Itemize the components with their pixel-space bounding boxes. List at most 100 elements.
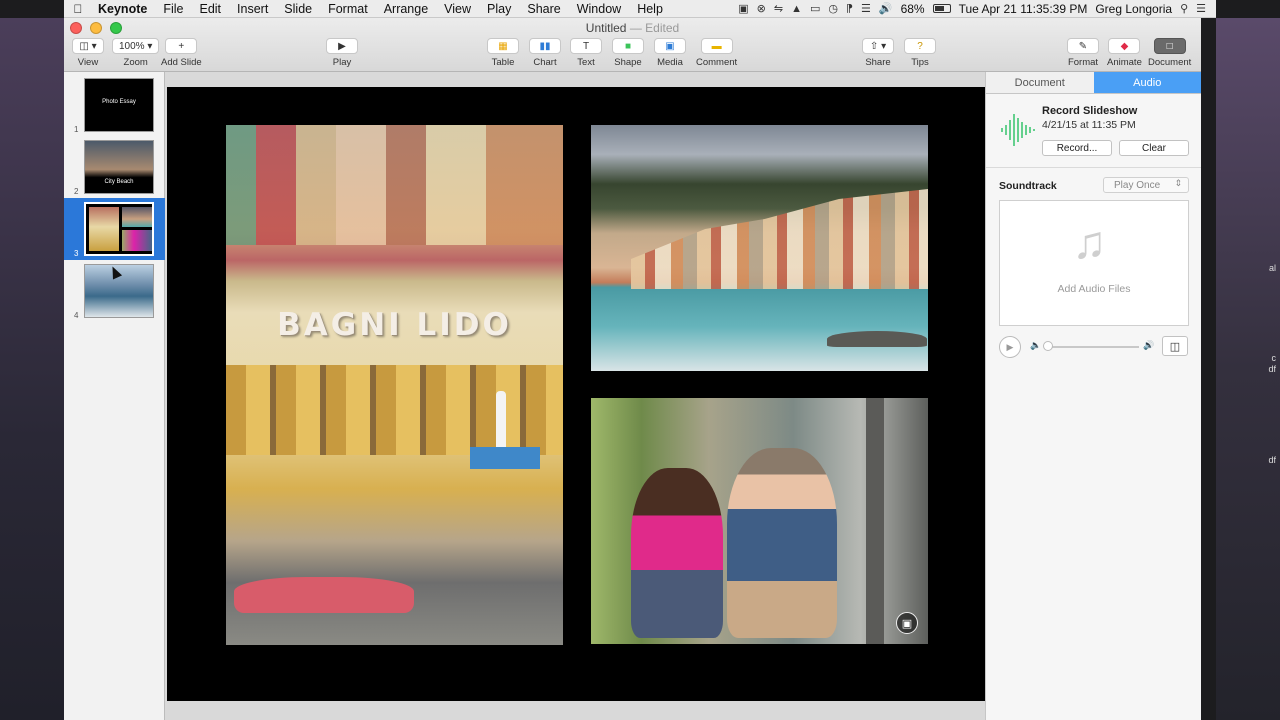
menu-help[interactable]: Help xyxy=(629,2,671,16)
display-icon[interactable]: ▭ xyxy=(810,2,820,15)
play-icon: ▶ xyxy=(326,38,358,54)
animate-label: Animate xyxy=(1107,57,1142,68)
desktop-left-edge xyxy=(0,18,64,720)
slide-number: 4 xyxy=(74,311,79,320)
zoom-control[interactable]: 100% ▾ Zoom xyxy=(112,38,160,68)
add-audio-label: Add Audio Files xyxy=(1057,283,1131,295)
slide-number: 3 xyxy=(74,249,79,258)
shape-icon: ■ xyxy=(612,38,644,54)
menu-insert[interactable]: Insert xyxy=(229,2,276,16)
volume-slider[interactable] xyxy=(1047,346,1139,348)
soundtrack-mode-select[interactable]: Play Once ⇕ xyxy=(1103,177,1189,193)
clock[interactable]: Tue Apr 21 11:35:39 PM xyxy=(959,2,1088,16)
photo-children[interactable]: ▣ xyxy=(591,398,928,644)
soundtrack-label: Soundtrack xyxy=(999,180,1057,192)
slide-preview: Photo Essay xyxy=(84,78,154,132)
photo-bagni-lido[interactable]: BAGNI LIDO xyxy=(226,125,563,645)
photo-boats xyxy=(234,577,414,613)
audio-output-icon[interactable]: ◫ xyxy=(1162,336,1188,356)
table-button[interactable]: ▦ Table xyxy=(487,38,519,68)
play-soundtrack-button[interactable]: ▶ xyxy=(999,336,1021,358)
format-button[interactable]: ✎ Format xyxy=(1067,38,1099,68)
view-button[interactable]: ◫ ▾ View xyxy=(72,38,104,68)
spotlight-search-icon[interactable]: ⚲ xyxy=(1180,2,1188,15)
media-label: Media xyxy=(657,57,683,68)
shape-button[interactable]: ■ Shape xyxy=(612,38,644,68)
volume-slider-knob[interactable] xyxy=(1043,341,1053,351)
current-slide[interactable]: BAGNI LIDO ▣ xyxy=(167,87,985,701)
slide-caption: City Beach xyxy=(104,179,134,185)
text-icon: T xyxy=(570,38,602,54)
paintbrush-icon: ✎ xyxy=(1067,38,1099,54)
tab-audio[interactable]: Audio xyxy=(1093,72,1201,93)
notification-center-icon[interactable]: ☰ xyxy=(1196,2,1206,15)
menu-window[interactable]: Window xyxy=(569,2,629,16)
play-button[interactable]: ▶ Play xyxy=(326,38,358,68)
audio-drop-zone[interactable]: ♫ Add Audio Files xyxy=(999,200,1189,326)
chart-button[interactable]: ▮▮ Chart xyxy=(529,38,561,68)
bluetooth-icon[interactable]: ⁋ xyxy=(846,2,853,15)
tab-document[interactable]: Document xyxy=(986,72,1094,93)
clear-button[interactable]: Clear xyxy=(1119,140,1189,156)
slide-navigator: 1 Photo Essay 2 City Beach 3 4 xyxy=(64,72,165,720)
edited-status: Edited xyxy=(645,21,680,35)
sidebar-icon: ◫ ▾ xyxy=(72,38,104,54)
media-button[interactable]: ▣ Media xyxy=(654,38,686,68)
toolbar: Untitled — Edited ◫ ▾ View 100% ▾ Zoom +… xyxy=(64,18,1201,72)
document-button[interactable]: □ Document xyxy=(1148,38,1191,68)
wifi-icon[interactable]: ☰ xyxy=(861,2,871,15)
menu-share[interactable]: Share xyxy=(519,2,568,16)
menu-slide[interactable]: Slide xyxy=(276,2,320,16)
add-slide-button[interactable]: + Add Slide xyxy=(161,38,202,68)
battery-percent[interactable]: 68% xyxy=(901,2,925,16)
adobe-icon[interactable]: ▲ xyxy=(791,3,802,15)
sync-icon[interactable]: ⇋ xyxy=(774,2,783,15)
soundtrack-playback: ▶ 🔈 🔊 ◫ xyxy=(999,336,1189,358)
text-button[interactable]: T Text xyxy=(570,38,602,68)
menu-edit[interactable]: Edit xyxy=(191,2,229,16)
document-title: Untitled — Edited xyxy=(585,21,680,35)
bagni-lido-sign: BAGNI LIDO xyxy=(277,307,512,343)
status-menu-icon[interactable]: ▣ xyxy=(738,2,748,15)
table-label: Table xyxy=(491,57,515,68)
waveform-icon xyxy=(1001,114,1035,146)
record-button[interactable]: Record... xyxy=(1042,140,1112,156)
apple-logo-icon[interactable]:  xyxy=(64,2,92,16)
menu-view[interactable]: View xyxy=(436,2,479,16)
animate-icon: ◆ xyxy=(1108,38,1141,54)
soundtrack-mode-value: Play Once xyxy=(1114,179,1161,191)
document-label: Document xyxy=(1148,57,1192,68)
format-label: Format xyxy=(1067,57,1099,68)
zoom-label: Zoom xyxy=(123,57,148,68)
photo-pole xyxy=(866,398,884,644)
photo-coastal-town[interactable] xyxy=(591,125,928,371)
keynote-window: Untitled — Edited ◫ ▾ View 100% ▾ Zoom +… xyxy=(64,18,1201,720)
volume-icon[interactable]: 🔊 xyxy=(879,2,893,15)
share-button[interactable]: ⇧ ▾ Share xyxy=(862,38,894,68)
slide-thumbnail-1[interactable]: 1 Photo Essay xyxy=(64,74,165,136)
menu-arrange[interactable]: Arrange xyxy=(376,2,436,16)
close-circle-icon[interactable]: ⊗ xyxy=(757,2,766,15)
slide-thumbnail-2[interactable]: 2 City Beach xyxy=(64,136,165,198)
tips-label: Tips xyxy=(911,57,929,68)
photo-town xyxy=(631,189,928,289)
menu-play[interactable]: Play xyxy=(479,2,519,16)
time-machine-icon[interactable]: ◷ xyxy=(828,2,838,15)
comment-button[interactable]: ▬ Comment xyxy=(696,38,737,68)
photo-rocks xyxy=(827,331,927,347)
menu-file[interactable]: File xyxy=(155,2,191,16)
menu-app-keynote[interactable]: Keynote xyxy=(92,2,155,16)
menu-format[interactable]: Format xyxy=(320,2,376,16)
animate-button[interactable]: ◆ Animate xyxy=(1107,38,1142,68)
slide-preview: City Beach xyxy=(84,140,154,194)
user-name[interactable]: Greg Longoria xyxy=(1095,2,1172,16)
play-label: Play xyxy=(332,57,352,68)
slide-thumbnail-3[interactable]: 3 xyxy=(64,198,165,260)
text-label: Text xyxy=(577,57,595,68)
media-placeholder-icon[interactable]: ▣ xyxy=(896,612,918,634)
battery-icon[interactable] xyxy=(932,4,951,13)
inspector-panel: Document Audio Record Slideshow 4/21/15 … xyxy=(985,72,1201,720)
music-note-icon: ♫ xyxy=(1072,216,1107,268)
record-title: Record Slideshow xyxy=(1042,105,1138,117)
tips-button[interactable]: ? Tips xyxy=(904,38,936,68)
